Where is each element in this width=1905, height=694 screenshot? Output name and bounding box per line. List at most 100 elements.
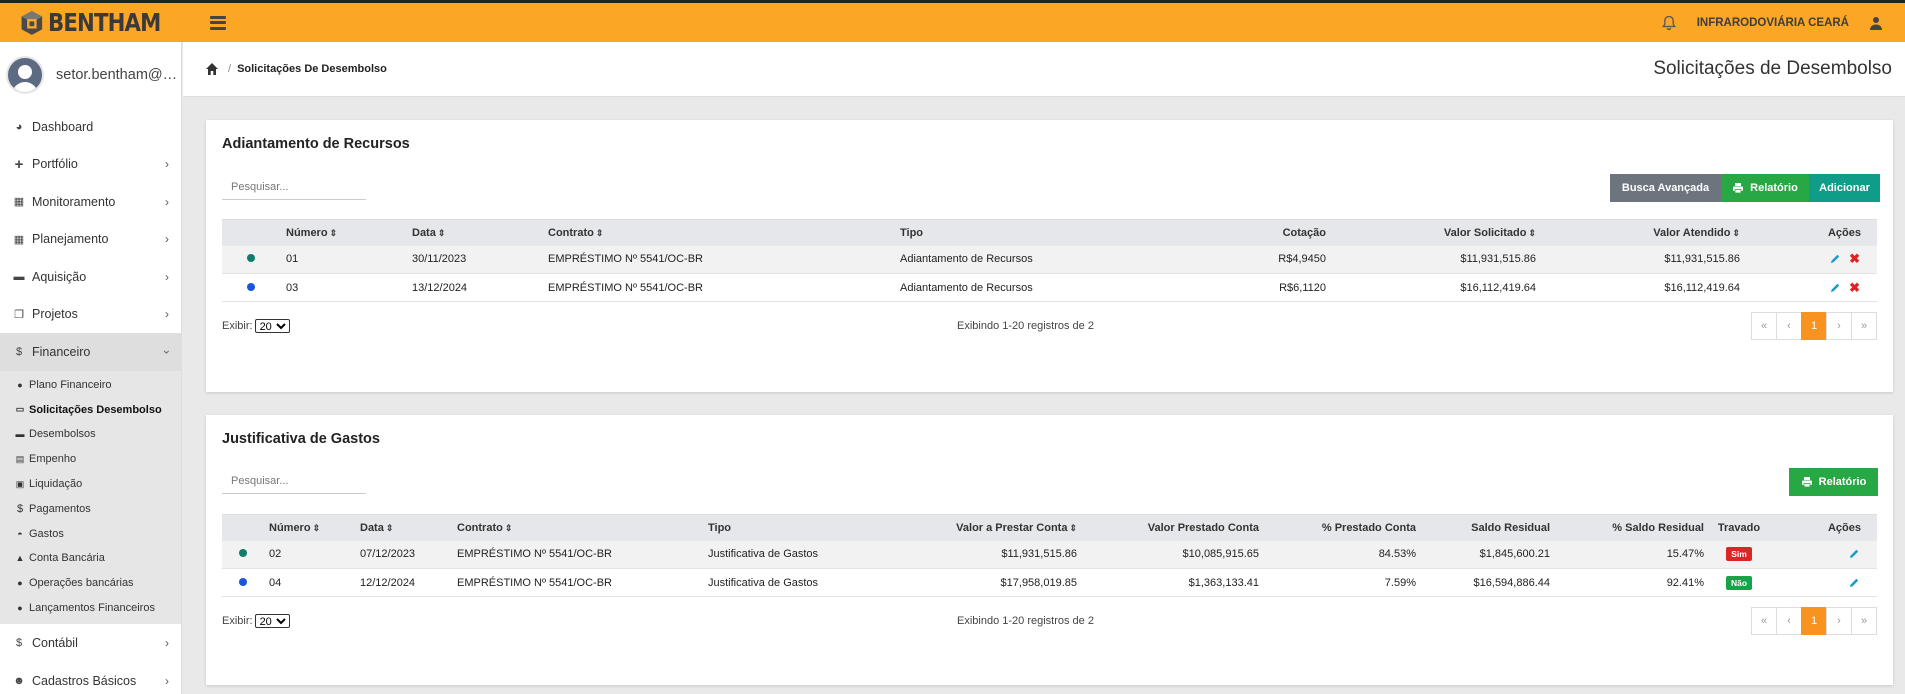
- sidebar-subitem-operacoes-bancarias[interactable]: ● Operações bancárias: [0, 571, 181, 596]
- column-header[interactable]: Contrato ⇕: [451, 514, 702, 541]
- chevron-right-icon: ›: [165, 157, 169, 172]
- last-page-button[interactable]: »: [1851, 312, 1877, 340]
- sidebar-item-contabil[interactable]: $ Contábil ›: [0, 624, 181, 662]
- page-1-button[interactable]: 1: [1801, 312, 1827, 340]
- sidebar-item-financeiro[interactable]: $ Financeiro ›: [0, 333, 181, 371]
- sidebar-item-dashboard[interactable]: ◕ Dashboard: [0, 108, 181, 146]
- sidebar-subitem-label: Desembolsos: [29, 428, 96, 441]
- sidebar-subitem-solicitacoes-desembolso[interactable]: ▭ Solicitações Desembolso: [0, 397, 181, 422]
- table-row[interactable]: 03 13/12/2024 EMPRÉSTIMO Nº 5541/OC-BR A…: [222, 273, 1877, 302]
- breadcrumb[interactable]: Solicitações De Desembolso: [237, 63, 387, 75]
- add-button[interactable]: Adicionar: [1809, 174, 1880, 202]
- sidebar: setor.bentham@q... ◕ Dashboard + Portfól…: [0, 42, 182, 694]
- column-header[interactable]: Número ⇕: [280, 219, 406, 246]
- cell-tipo: Adiantamento de Recursos: [894, 273, 1184, 302]
- brand-logo[interactable]: BENTHAM: [20, 7, 180, 39]
- page-size-select[interactable]: 20: [254, 614, 290, 628]
- search-input[interactable]: [222, 174, 366, 200]
- sidebar-subitem-pagamentos[interactable]: $ Pagamentos: [0, 496, 181, 521]
- prev-page-button[interactable]: ‹: [1776, 607, 1802, 635]
- cell-pct-saldo: 92.41%: [1556, 568, 1710, 597]
- button-label: Relatório: [1750, 182, 1798, 194]
- table-row[interactable]: 02 07/12/2023 EMPRÉSTIMO Nº 5541/OC-BR J…: [222, 540, 1877, 569]
- search-input[interactable]: [222, 468, 366, 494]
- column-header: Valor Prestado Conta: [1083, 514, 1265, 541]
- first-page-button[interactable]: «: [1751, 607, 1777, 635]
- column-header[interactable]: Data ⇕: [354, 514, 451, 541]
- column-header[interactable]: Valor Atendido ⇕: [1542, 219, 1746, 246]
- page-size-label: Exibir:: [222, 320, 253, 332]
- organization-name[interactable]: INFRARODOVIÁRIA CEARÁ: [1697, 17, 1849, 29]
- report-button[interactable]: Relatório: [1789, 468, 1878, 496]
- cell-contrato: EMPRÉSTIMO Nº 5541/OC-BR: [451, 540, 702, 569]
- sidebar-item-monitoramento[interactable]: ▦ Monitoramento ›: [0, 183, 181, 221]
- advanced-search-button[interactable]: Busca Avançada: [1610, 174, 1721, 202]
- column-header[interactable]: Contrato ⇕: [542, 219, 894, 246]
- cell-valor-atendido: $16,112,419.64: [1542, 273, 1746, 302]
- column-header[interactable]: Valor a Prestar Conta ⇕: [867, 514, 1083, 541]
- button-label: Adicionar: [1819, 182, 1870, 194]
- delete-icon[interactable]: ✖: [1849, 251, 1860, 266]
- page-title: Solicitações de Desembolso: [1653, 58, 1892, 79]
- sort-icon: ⇕: [329, 227, 338, 238]
- first-page-button[interactable]: «: [1751, 312, 1777, 340]
- pencil-icon[interactable]: [1829, 282, 1841, 294]
- home-icon[interactable]: [205, 62, 219, 76]
- chevron-right-icon: ›: [165, 269, 169, 284]
- financeiro-submenu: ● Plano Financeiro ▭ Solicitações Desemb…: [0, 370, 181, 625]
- printer-icon: [1801, 477, 1812, 488]
- sidebar-item-cadastros-basicos[interactable]: ☻ Cadastros Básicos ›: [0, 662, 181, 694]
- delete-icon[interactable]: ✖: [1849, 280, 1860, 295]
- sidebar-item-projetos[interactable]: ❐ Projetos ›: [0, 296, 181, 334]
- sidebar-subitem-conta-bancaria[interactable]: ▲ Conta Bancária: [0, 546, 181, 571]
- menu-toggle-icon[interactable]: [210, 15, 226, 30]
- records-info: Exibindo 1-20 registros de 2: [957, 320, 1094, 332]
- status-dot: [247, 282, 255, 291]
- page-size-select[interactable]: 20: [254, 319, 290, 333]
- sidebar-subitem-liquidacao[interactable]: ▣ Liquidação: [0, 472, 181, 497]
- cell-numero: 04: [263, 568, 354, 597]
- sidebar-subitem-lancamentos-financeiros[interactable]: ● Lançamentos Financeiros: [0, 596, 181, 621]
- sort-icon: ⇕: [1069, 522, 1077, 533]
- prev-page-button[interactable]: ‹: [1776, 312, 1802, 340]
- dollar-icon: $: [15, 637, 23, 650]
- sidebar-subitem-gastos[interactable]: ◓ Gastos: [0, 521, 181, 546]
- last-page-button[interactable]: »: [1851, 607, 1877, 635]
- sidebar-item-aquisicao[interactable]: ▬ Aquisição ›: [0, 258, 181, 296]
- sidebar-item-portfolio[interactable]: + Portfólio ›: [0, 146, 181, 184]
- bell-icon[interactable]: [1661, 15, 1677, 31]
- cell-valor-a-prestar: $17,958,019.85: [867, 568, 1083, 597]
- column-header: % Prestado Conta: [1265, 514, 1422, 541]
- pencil-icon[interactable]: [1848, 548, 1860, 560]
- sort-icon: ⇕: [385, 522, 394, 533]
- report-button[interactable]: Relatório: [1721, 174, 1809, 202]
- sidebar-subitem-label: Lançamentos Financeiros: [29, 602, 155, 615]
- cell-numero: 03: [280, 273, 406, 302]
- panel-title: Justificativa de Gastos: [222, 431, 380, 447]
- table-row[interactable]: 04 12/12/2024 EMPRÉSTIMO Nº 5541/OC-BR J…: [222, 568, 1877, 597]
- sidebar-subitem-plano-financeiro[interactable]: ● Plano Financeiro: [0, 373, 181, 398]
- column-header[interactable]: Número ⇕: [263, 514, 354, 541]
- sidebar-item-label: Dashboard: [32, 119, 94, 134]
- column-header[interactable]: Valor Solicitado ⇕: [1332, 219, 1542, 246]
- table-row[interactable]: 01 30/11/2023 EMPRÉSTIMO Nº 5541/OC-BR A…: [222, 245, 1877, 274]
- status-dot: [238, 549, 247, 558]
- next-page-button[interactable]: ›: [1826, 312, 1852, 340]
- column-header[interactable]: Data ⇕: [406, 219, 542, 246]
- sidebar-subitem-empenho[interactable]: ▤ Empenho: [0, 447, 181, 472]
- page-1-button[interactable]: 1: [1801, 607, 1827, 635]
- cell-data: 07/12/2023: [354, 540, 451, 569]
- brand-name: BENTHAM: [47, 8, 161, 37]
- pencil-icon[interactable]: [1848, 577, 1860, 589]
- sort-icon: ⇕: [504, 522, 513, 533]
- users-icon: ☻: [13, 674, 25, 687]
- column-header: Cotação: [1184, 219, 1332, 246]
- user-icon[interactable]: [1869, 16, 1883, 30]
- sidebar-item-planejamento[interactable]: ▦ Planejamento ›: [0, 221, 181, 259]
- status-badge: Sim: [1726, 547, 1752, 562]
- sidebar-subitem-desembolsos[interactable]: ▬ Desembolsos: [0, 422, 181, 447]
- next-page-button[interactable]: ›: [1826, 607, 1852, 635]
- dollar-icon: $: [15, 345, 23, 358]
- user-profile[interactable]: setor.bentham@q...: [0, 42, 181, 108]
- pencil-icon[interactable]: [1829, 253, 1841, 265]
